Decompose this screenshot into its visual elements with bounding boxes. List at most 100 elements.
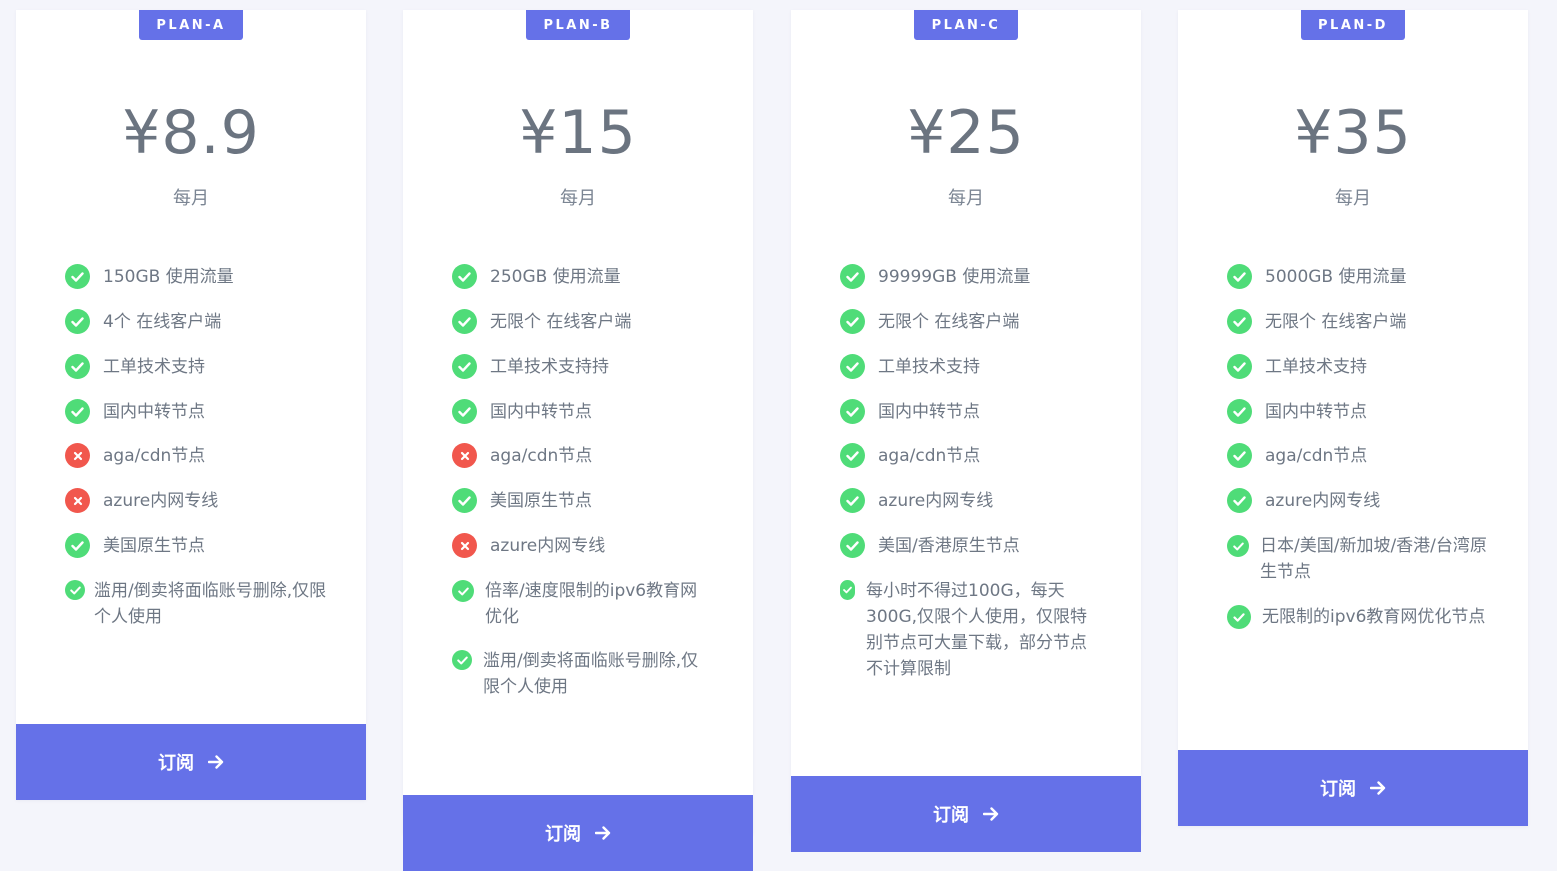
feature-item: aga/cdn节点: [840, 443, 1110, 469]
feature-item: 4个 在线客户端: [65, 309, 335, 335]
feature-item: 无限制的ipv6教育网优化节点: [1227, 604, 1489, 630]
check-icon: [1227, 488, 1252, 513]
cross-icon: [65, 443, 90, 468]
feature-text: 无限制的ipv6教育网优化节点: [1262, 607, 1486, 627]
feature-item: 150GB 使用流量: [65, 264, 335, 290]
subscribe-label: 订阅: [933, 805, 969, 826]
check-icon: [65, 264, 90, 289]
feature-item: aga/cdn节点: [452, 443, 722, 469]
feature-text: 美国原生节点: [103, 536, 205, 556]
feature-text: 工单技术支持: [1265, 357, 1367, 377]
plan-price: ¥25: [907, 98, 1025, 168]
check-icon: [452, 399, 477, 424]
feature-text: 美国原生节点: [490, 491, 592, 511]
feature-text: 国内中转节点: [878, 402, 980, 422]
feature-text: 无限个 在线客户端: [1265, 312, 1407, 332]
feature-text: 250GB 使用流量: [490, 267, 621, 287]
feature-text: 每小时不得过100G，每天300G,仅限个人使用，仅限特别节点可大量下载，部分节…: [866, 581, 1088, 679]
feature-text: 99999GB 使用流量: [878, 267, 1031, 287]
check-icon: [65, 309, 90, 334]
check-icon: [1227, 264, 1252, 289]
plan-price: ¥35: [1294, 98, 1412, 168]
feature-text: azure内网专线: [103, 491, 219, 511]
check-icon: [452, 580, 474, 602]
subscribe-label: 订阅: [1320, 779, 1356, 800]
feature-item: 工单技术支持持: [452, 354, 722, 380]
check-icon: [452, 309, 477, 334]
check-icon: [452, 650, 472, 670]
plan-badge: PLAN-A: [139, 10, 243, 40]
plan-period: 每月: [948, 188, 984, 209]
feature-text: aga/cdn节点: [103, 446, 206, 466]
cross-icon: [65, 488, 90, 513]
plan-price: ¥15: [519, 98, 637, 168]
check-icon: [65, 580, 85, 600]
feature-text: azure内网专线: [490, 536, 606, 556]
arrow-right-icon: [983, 807, 999, 821]
plan-card-c: PLAN-C ¥25 每月 99999GB 使用流量 无限个 在线客户端 工单技…: [791, 10, 1141, 852]
plan-card-d: PLAN-D ¥35 每月 5000GB 使用流量 无限个 在线客户端 工单技术…: [1178, 10, 1528, 826]
check-icon: [840, 580, 855, 600]
check-icon: [1227, 535, 1249, 557]
feature-item: azure内网专线: [65, 488, 335, 514]
subscribe-label: 订阅: [158, 753, 194, 774]
feature-item: azure内网专线: [452, 533, 722, 559]
feature-text: 无限个 在线客户端: [490, 312, 632, 332]
check-icon: [840, 533, 865, 558]
feature-item: 工单技术支持: [840, 354, 1110, 380]
feature-item: 工单技术支持: [65, 354, 335, 380]
plan-period: 每月: [560, 188, 596, 209]
plan-period: 每月: [1335, 188, 1371, 209]
feature-item: 国内中转节点: [452, 399, 722, 425]
feature-text: azure内网专线: [878, 491, 994, 511]
plan-card-a: PLAN-A ¥8.9 每月 150GB 使用流量 4个 在线客户端 工单技术支…: [16, 10, 366, 800]
feature-item: 99999GB 使用流量: [840, 264, 1110, 290]
check-icon: [1227, 399, 1252, 424]
feature-text: 国内中转节点: [1265, 402, 1367, 422]
plan-period: 每月: [173, 188, 209, 209]
feature-text: 工单技术支持持: [490, 357, 609, 377]
feature-item: 无限个 在线客户端: [840, 309, 1110, 335]
check-icon: [840, 443, 865, 468]
feature-item: 滥用/倒卖将面临账号删除,仅限个人使用: [452, 648, 714, 700]
subscribe-button[interactable]: 订阅: [1178, 750, 1528, 826]
feature-item: 日本/美国/新加坡/香港/台湾原生节点: [1227, 533, 1489, 585]
check-icon: [840, 264, 865, 289]
feature-text: 工单技术支持: [878, 357, 980, 377]
feature-item: 5000GB 使用流量: [1227, 264, 1497, 290]
feature-text: 滥用/倒卖将面临账号删除,仅限个人使用: [94, 581, 327, 627]
feature-item: 倍率/速度限制的ipv6教育网优化: [452, 578, 714, 630]
check-icon: [840, 488, 865, 513]
plan-badge: PLAN-C: [914, 10, 1018, 40]
plan-badge: PLAN-D: [1301, 10, 1405, 40]
feature-item: 250GB 使用流量: [452, 264, 722, 290]
check-icon: [65, 354, 90, 379]
feature-item: 国内中转节点: [65, 399, 335, 425]
feature-text: aga/cdn节点: [1265, 446, 1368, 466]
plan-badge: PLAN-B: [526, 10, 630, 40]
pricing-page: { "plans": [ { "badge": "PLAN-A", "price…: [0, 0, 1557, 871]
feature-text: 工单技术支持: [103, 357, 205, 377]
check-icon: [1227, 354, 1252, 379]
check-icon: [65, 399, 90, 424]
feature-item: 国内中转节点: [840, 399, 1110, 425]
feature-item: 美国原生节点: [452, 488, 722, 514]
arrow-right-icon: [1370, 781, 1386, 795]
feature-text: 滥用/倒卖将面临账号删除,仅限个人使用: [483, 651, 699, 697]
feature-item: azure内网专线: [840, 488, 1110, 514]
cross-icon: [452, 443, 477, 468]
check-icon: [1227, 309, 1252, 334]
subscribe-button[interactable]: 订阅: [403, 795, 753, 871]
check-icon: [840, 354, 865, 379]
subscribe-button[interactable]: 订阅: [16, 724, 366, 800]
check-icon: [65, 533, 90, 558]
subscribe-button[interactable]: 订阅: [791, 776, 1141, 852]
feature-text: 5000GB 使用流量: [1265, 267, 1407, 287]
feature-item: 每小时不得过100G，每天300G,仅限个人使用，仅限特别节点可大量下载，部分节…: [840, 578, 1090, 682]
check-icon: [1227, 605, 1251, 629]
check-icon: [452, 264, 477, 289]
subscribe-label: 订阅: [545, 824, 581, 845]
feature-text: 国内中转节点: [490, 402, 592, 422]
feature-text: aga/cdn节点: [490, 446, 593, 466]
arrow-right-icon: [208, 755, 224, 769]
